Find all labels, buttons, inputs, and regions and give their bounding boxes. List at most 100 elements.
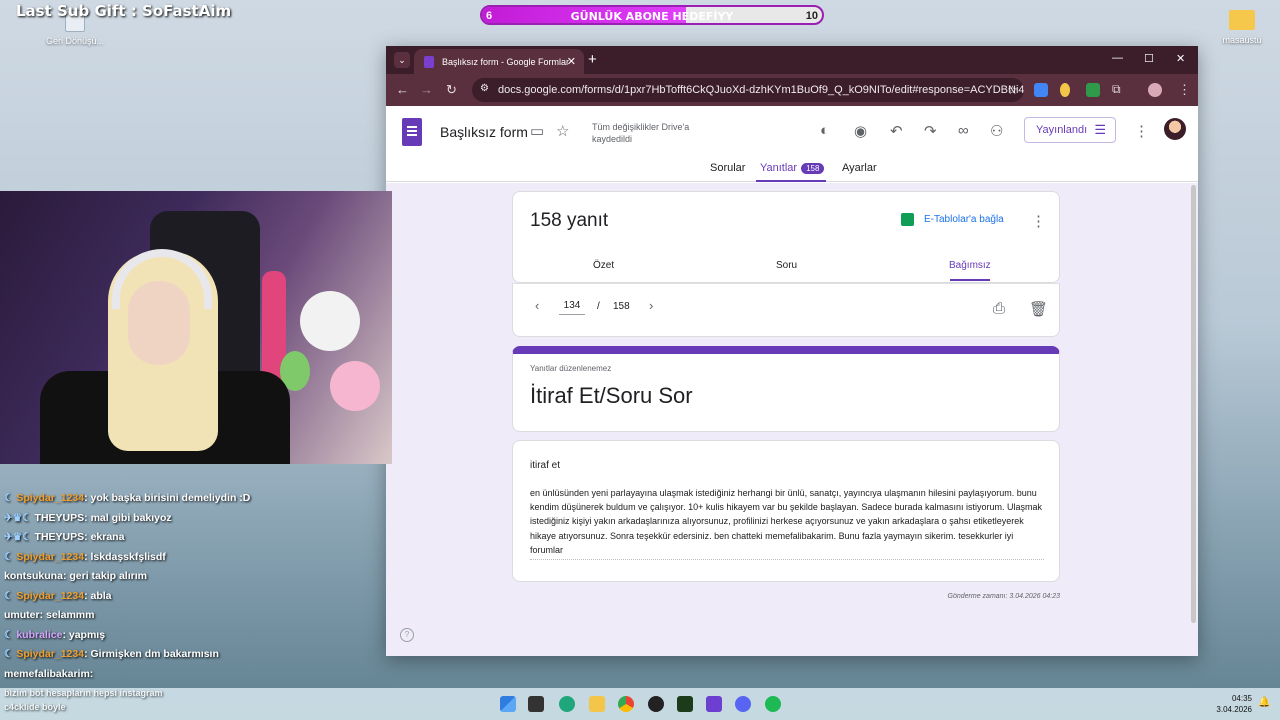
question-card: itiraf et en ünlüsünden yeni parlayayına… (512, 440, 1060, 582)
chat-username[interactable]: Spiydar_1234 (16, 551, 84, 563)
url-text: docs.google.com/forms/d/1pxr7HbTofft6CkQ… (498, 84, 1024, 96)
edge-icon[interactable] (559, 696, 575, 712)
delete-icon[interactable]: 🗑 (1029, 300, 1048, 318)
help-icon[interactable]: ? (400, 628, 414, 642)
subtab-question[interactable]: Soru (776, 260, 797, 271)
chat-username[interactable]: THEYUPS (35, 531, 85, 543)
form-title-card: Yanıtlar düzenlenemez İtiraf Et/Soru Sor (512, 346, 1060, 432)
tab-search-button[interactable]: ⌄ (394, 52, 410, 68)
address-bar[interactable]: ⚙ docs.google.com/forms/d/1pxr7HbTofft6C… (472, 78, 1024, 102)
subtab-summary[interactable]: Özet (593, 260, 614, 271)
folder-label: masaüstü (1222, 35, 1262, 45)
add-collaborator-icon[interactable]: ⚇ (990, 122, 1003, 140)
move-folder-icon[interactable]: ▭ (530, 122, 544, 140)
published-button[interactable]: Yayınlandı ☰ (1024, 117, 1116, 143)
chat-message: ✈♛☾ THEYUPS: ekrana (4, 531, 124, 543)
more-options-icon[interactable]: ⋮ (1134, 122, 1149, 140)
new-tab-button[interactable]: + (588, 51, 597, 68)
form-heading: İtiraf Et/Soru Sor (530, 383, 693, 408)
chat-message: ✈♛☾ THEYUPS: mal gibi bakıyoz (4, 512, 172, 524)
chat-username[interactable]: kubralice (16, 629, 62, 641)
start-menu-icon[interactable] (500, 696, 516, 712)
system-clock[interactable]: 04:35 3.04.2026 (1204, 693, 1252, 715)
minimize-button[interactable]: — (1112, 52, 1123, 64)
link-icon[interactable]: ∞ (958, 122, 969, 139)
print-icon[interactable]: ⎙ (993, 300, 1005, 317)
chat-username[interactable]: Spiydar_1234 (16, 492, 84, 504)
translate-extension-icon[interactable] (1034, 83, 1048, 97)
forms-favicon-icon (424, 56, 434, 68)
account-avatar[interactable] (1164, 118, 1186, 140)
chat-message: ☾ kubralice: yapmış (4, 629, 105, 641)
palette-icon[interactable]: ◐ (820, 122, 829, 139)
chat-message: umuter: selammm (4, 609, 94, 621)
undo-icon[interactable]: ↶ (890, 122, 903, 140)
chat-username[interactable]: memefalibakarim (4, 668, 90, 680)
reload-icon[interactable]: ↻ (446, 82, 457, 98)
extension-icon-1[interactable] (1060, 83, 1070, 97)
chat-message: ☾ Spiydar_1234: lskdaşskfşlisdf (4, 551, 166, 563)
folder-icon (1229, 10, 1255, 30)
back-icon[interactable]: ← (396, 82, 409, 97)
notification-icon[interactable]: 🔔 (1258, 697, 1270, 708)
chrome-icon[interactable] (618, 696, 634, 712)
chat-text: yapmış (68, 628, 106, 641)
question-title: itiraf et (530, 460, 561, 471)
response-count: 158 yanıt (530, 210, 609, 231)
close-tab-icon[interactable]: ✕ (567, 55, 576, 68)
streaming-app-icon[interactable] (677, 696, 693, 712)
tab-responses[interactable]: Yanıtlar 158 (760, 162, 825, 174)
spotify-icon[interactable] (765, 696, 781, 712)
submitted-timestamp: Gönderme zamanı: 3.04.2026 04:23 (947, 593, 1060, 600)
subtab-individual[interactable]: Bağımsız (949, 260, 991, 271)
task-view-icon[interactable] (528, 696, 544, 712)
google-forms-logo-icon[interactable] (402, 118, 422, 146)
chat-username[interactable]: Spiydar_1234 (16, 590, 84, 602)
next-response-icon[interactable]: › (649, 298, 653, 313)
redo-icon[interactable]: ↷ (924, 122, 937, 140)
chat-text: abla (90, 589, 112, 602)
tab-settings[interactable]: Ayarlar (842, 162, 877, 174)
chat-badge-icon: ✈♛☾ (4, 511, 35, 524)
page-scrollbar[interactable] (1191, 185, 1196, 623)
profile-avatar-icon[interactable] (1148, 83, 1162, 97)
purple-app-icon[interactable] (706, 696, 722, 712)
bookmark-star-icon[interactable]: ☆ (1007, 83, 1018, 97)
clock-date: 3.04.2026 (1216, 705, 1252, 714)
extensions-puzzle-icon[interactable]: ⧉ (1112, 82, 1121, 97)
chat-badge-icon: ☾ (4, 628, 17, 641)
close-window-button[interactable]: ✕ (1176, 52, 1185, 65)
form-title[interactable]: Başlıksız form (440, 124, 528, 140)
webcam-plush-1 (300, 291, 360, 351)
chat-text: lskdaşskfşlisdf (90, 550, 166, 563)
webcam-feed (0, 191, 392, 464)
responses-more-icon[interactable]: ⋮ (1031, 212, 1046, 230)
site-info-icon[interactable]: ⚙ (480, 83, 489, 94)
tab-questions[interactable]: Sorular (710, 162, 745, 174)
forward-icon[interactable]: → (420, 82, 433, 97)
total-responses: 158 (613, 301, 630, 312)
file-explorer-icon[interactable] (589, 696, 605, 712)
preview-eye-icon[interactable]: ◉ (854, 122, 867, 140)
obs-icon[interactable] (648, 696, 664, 712)
desktop-folder[interactable]: masaüstü (1212, 10, 1272, 45)
browser-tab[interactable]: Başlıksız form - Google Formlar ✕ (414, 49, 584, 74)
partial-chat-message-2: c4cklide böyle (4, 702, 66, 712)
previous-response-icon[interactable]: ‹ (535, 298, 539, 313)
link-to-sheets-button[interactable]: E-Tablolar'a bağla (924, 214, 1004, 225)
chat-username[interactable]: umuter (4, 609, 40, 621)
current-response-input[interactable]: 134 (559, 300, 585, 315)
chat-username[interactable]: THEYUPS (35, 512, 85, 524)
browser-menu-icon[interactable]: ⋮ (1178, 82, 1191, 98)
discord-icon[interactable] (735, 696, 751, 712)
pager-separator: / (597, 301, 600, 312)
chat-badge-icon: ☾ (4, 648, 17, 660)
tab-responses-label: Yanıtlar (760, 162, 798, 174)
stream-chat: ☾ Spiydar_1234: yok başka birisini demel… (0, 470, 392, 688)
sheets-icon (901, 213, 914, 226)
star-icon[interactable]: ☆ (556, 122, 569, 140)
maximize-button[interactable]: ☐ (1144, 52, 1154, 65)
chat-username[interactable]: Spiydar_1234 (16, 648, 84, 660)
chat-username[interactable]: kontsukuna (4, 570, 63, 582)
extension-icon-2[interactable] (1086, 83, 1100, 97)
